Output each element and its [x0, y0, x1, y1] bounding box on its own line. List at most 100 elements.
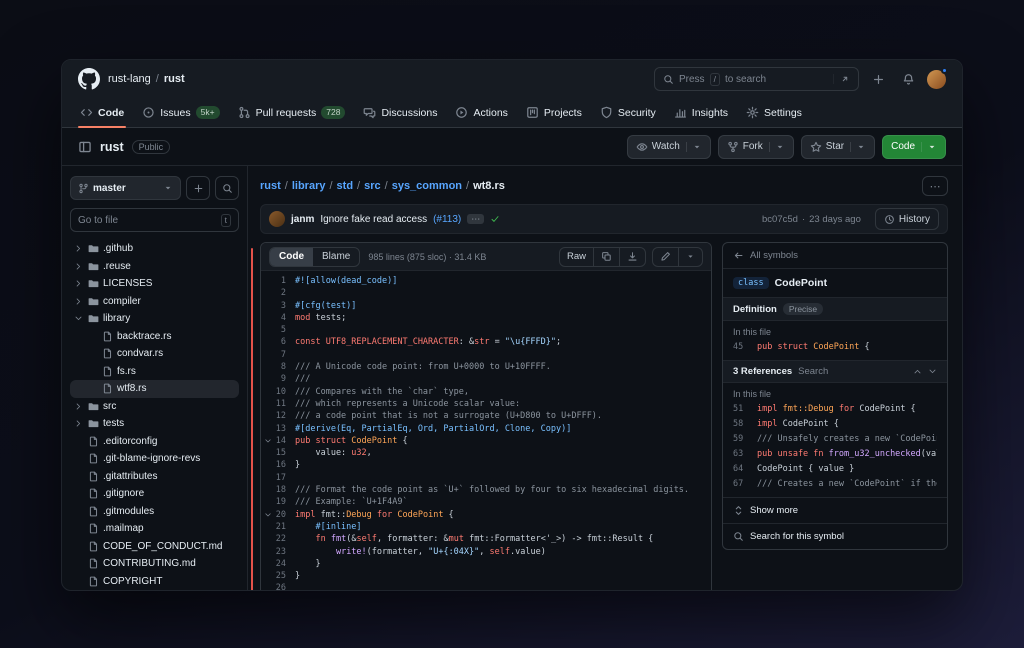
- github-logo-icon[interactable]: [78, 68, 100, 90]
- history-button[interactable]: History: [875, 208, 939, 230]
- global-search-input[interactable]: Press / to search: [654, 67, 859, 91]
- tree-item-CONTRIBUTING.md[interactable]: CONTRIBUTING.md: [70, 555, 239, 573]
- tab-code-view[interactable]: Code: [270, 248, 313, 266]
- line-number[interactable]: 10: [261, 386, 295, 398]
- search-repo-button[interactable]: [215, 176, 239, 200]
- line-number[interactable]: 7: [261, 349, 295, 361]
- breadcrumb-link-src[interactable]: src: [364, 180, 381, 192]
- branch-selector[interactable]: master: [70, 176, 181, 200]
- line-number[interactable]: 3: [261, 300, 295, 312]
- tree-item-library[interactable]: library: [70, 310, 239, 328]
- more-options-button[interactable]: ⋯: [922, 176, 948, 196]
- fork-button[interactable]: Fork: [718, 135, 794, 159]
- line-number[interactable]: 19: [261, 496, 295, 508]
- line-number[interactable]: 2: [261, 287, 295, 299]
- tree-item-CODE_OF_CONDUCT.md[interactable]: CODE_OF_CONDUCT.md: [70, 538, 239, 556]
- line-number[interactable]: 11: [261, 398, 295, 410]
- breadcrumb-link-std[interactable]: std: [337, 180, 354, 192]
- reference-line[interactable]: 63pub unsafe fn from_u32_unchecked(value…: [723, 446, 947, 461]
- tab-settings[interactable]: Settings: [738, 98, 810, 127]
- definition-line[interactable]: 45pub struct CodePoint {: [723, 339, 947, 354]
- notifications-bell-icon[interactable]: [897, 68, 919, 90]
- tree-item-src[interactable]: src: [70, 398, 239, 416]
- tree-item-.gitignore[interactable]: .gitignore: [70, 485, 239, 503]
- tree-item-.editorconfig[interactable]: .editorconfig: [70, 433, 239, 451]
- tab-projects[interactable]: Projects: [518, 98, 590, 127]
- code-button[interactable]: Code: [882, 135, 946, 159]
- check-icon[interactable]: [490, 214, 500, 224]
- breadcrumb-link-library[interactable]: library: [292, 180, 326, 192]
- create-new-icon[interactable]: [867, 68, 889, 90]
- tab-discussions[interactable]: Discussions: [355, 98, 445, 127]
- header-org-link[interactable]: rust-lang: [108, 73, 151, 85]
- tree-item-.github[interactable]: .github: [70, 240, 239, 258]
- reference-line[interactable]: 51impl fmt::Debug for CodePoint {: [723, 401, 947, 416]
- tab-actions[interactable]: Actions: [447, 98, 515, 127]
- line-number[interactable]: 22: [261, 533, 295, 545]
- commit-description-toggle[interactable]: ⋯: [467, 214, 484, 224]
- star-button[interactable]: Star: [801, 135, 875, 159]
- line-number[interactable]: 4: [261, 312, 295, 324]
- tree-item-.gitattributes[interactable]: .gitattributes: [70, 468, 239, 486]
- tab-code[interactable]: Code: [72, 98, 132, 127]
- new-file-button[interactable]: [186, 176, 210, 200]
- tree-item-.gitmodules[interactable]: .gitmodules: [70, 503, 239, 521]
- tree-item-condvar.rs[interactable]: condvar.rs: [70, 345, 239, 363]
- tree-item-COPYRIGHT[interactable]: COPYRIGHT: [70, 573, 239, 591]
- tree-item-backtrace.rs[interactable]: backtrace.rs: [70, 328, 239, 346]
- tab-blame-view[interactable]: Blame: [313, 248, 359, 266]
- chevron-down-icon[interactable]: [928, 367, 937, 376]
- commit-sha[interactable]: bc07c5d: [762, 214, 798, 225]
- commit-author-avatar[interactable]: [269, 211, 285, 227]
- commit-author[interactable]: janm: [291, 214, 314, 225]
- line-number[interactable]: 5: [261, 324, 295, 336]
- edit-caret-button[interactable]: [678, 248, 702, 266]
- reference-line[interactable]: 67/// Creates a new `CodePoint` if the v…: [723, 476, 947, 491]
- tree-item-LICENSES[interactable]: LICENSES: [70, 275, 239, 293]
- tree-item-wtf8.rs[interactable]: wtf8.rs: [70, 380, 239, 398]
- tab-security[interactable]: Security: [592, 98, 664, 127]
- breadcrumb-link-rust[interactable]: rust: [260, 180, 281, 192]
- references-search-tab[interactable]: Search: [798, 366, 828, 377]
- tree-item-compiler[interactable]: compiler: [70, 293, 239, 311]
- header-repo-link[interactable]: rust: [164, 73, 185, 85]
- user-avatar[interactable]: [927, 70, 946, 89]
- reference-line[interactable]: 64CodePoint { value }: [723, 461, 947, 476]
- breadcrumb-link-sys_common[interactable]: sys_common: [392, 180, 462, 192]
- line-number[interactable]: 25: [261, 570, 295, 582]
- commit-message[interactable]: Ignore fake read access: [320, 214, 427, 225]
- search-symbol-button[interactable]: Search for this symbol: [723, 523, 947, 549]
- line-number[interactable]: 1: [261, 275, 295, 287]
- line-number[interactable]: 8: [261, 361, 295, 373]
- all-symbols-back[interactable]: All symbols: [723, 243, 947, 269]
- references-tab[interactable]: 3 References: [733, 366, 792, 377]
- raw-button[interactable]: Raw: [560, 248, 593, 266]
- edit-button[interactable]: [653, 248, 678, 266]
- line-number[interactable]: 15: [261, 447, 295, 459]
- line-number[interactable]: 6: [261, 336, 295, 348]
- line-number[interactable]: 26: [261, 582, 295, 591]
- line-number[interactable]: 18: [261, 484, 295, 496]
- side-panel-icon[interactable]: [78, 140, 92, 154]
- show-more-button[interactable]: Show more: [723, 497, 947, 523]
- tree-item-.reuse[interactable]: .reuse: [70, 258, 239, 276]
- fold-chevron-icon[interactable]: [264, 511, 272, 519]
- reference-line[interactable]: 59/// Unsafely creates a new `CodePoint`…: [723, 431, 947, 446]
- line-number[interactable]: 17: [261, 472, 295, 484]
- line-number[interactable]: 13: [261, 423, 295, 435]
- watch-button[interactable]: Watch: [627, 135, 711, 159]
- line-number[interactable]: 20: [261, 509, 295, 521]
- tree-item-tests[interactable]: tests: [70, 415, 239, 433]
- download-button[interactable]: [619, 248, 645, 266]
- line-number[interactable]: 16: [261, 459, 295, 471]
- tab-pull-requests[interactable]: Pull requests728: [230, 98, 354, 127]
- line-number[interactable]: 23: [261, 546, 295, 558]
- commit-pr-link[interactable]: (#113): [433, 214, 461, 225]
- line-number[interactable]: 12: [261, 410, 295, 422]
- copy-button[interactable]: [593, 248, 619, 266]
- line-number[interactable]: 24: [261, 558, 295, 570]
- tree-item-Cargo.lock[interactable]: Cargo.lock: [70, 590, 239, 591]
- fold-chevron-icon[interactable]: [264, 437, 272, 445]
- tab-issues[interactable]: Issues5k+: [134, 98, 227, 127]
- chevron-up-icon[interactable]: [913, 367, 922, 376]
